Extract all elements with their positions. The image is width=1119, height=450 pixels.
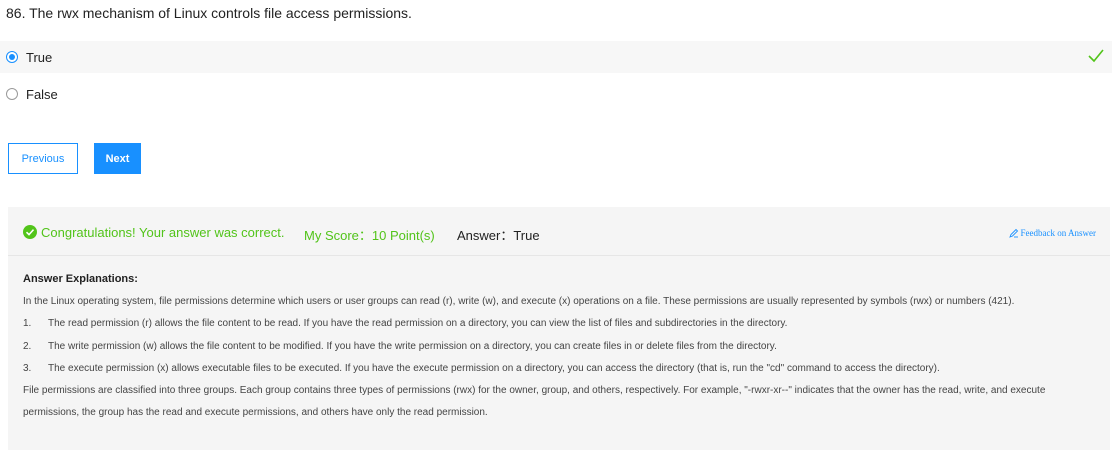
check-circle-icon xyxy=(23,225,37,239)
feedback-link[interactable]: Feedback on Answer xyxy=(1008,228,1096,238)
result-header: Congratulations! Your answer was correct… xyxy=(8,207,1110,256)
explanation-body: In the Linux operating system, file perm… xyxy=(23,291,1093,425)
explanation-intro: In the Linux operating system, file perm… xyxy=(23,296,1015,307)
feedback-label[interactable]: Feedback on Answer xyxy=(1021,228,1096,238)
item-text: The write permission (w) allows the file… xyxy=(48,340,777,352)
quiz-page: 86. The rwx mechanism of Linux controls … xyxy=(0,0,1119,450)
question-title: 86. The rwx mechanism of Linux controls … xyxy=(6,5,412,21)
item-number: 1. xyxy=(23,318,32,330)
radio-false[interactable] xyxy=(6,88,18,100)
item-text: The read permission (r) allows the file … xyxy=(48,318,788,330)
item-number: 2. xyxy=(23,340,32,352)
explanation-item: 3. The execute permission (x) allows exec… xyxy=(23,358,1093,380)
check-icon xyxy=(1088,49,1104,63)
explanation-title: Answer Explanations: xyxy=(23,273,138,285)
edit-icon xyxy=(1008,228,1018,238)
congrats-message: Congratulations! Your answer was correct… xyxy=(41,225,285,240)
previous-button[interactable]: Previous xyxy=(8,143,78,174)
answer-label: Answer：True xyxy=(457,228,540,243)
option-false[interactable]: False xyxy=(0,78,1112,110)
next-button[interactable]: Next xyxy=(94,143,141,174)
explanation-item: 2. The write permission (w) allows the fi… xyxy=(23,336,1093,358)
explanation-outro: File permissions are classified into thr… xyxy=(23,385,1046,419)
radio-true[interactable] xyxy=(6,51,18,63)
explanation-item: 1. The read permission (r) allows the fil… xyxy=(23,313,1093,335)
item-number: 3. xyxy=(23,362,32,374)
option-true-label: True xyxy=(26,49,53,65)
item-text: The execute permission (x) allows execut… xyxy=(48,362,940,374)
result-panel: Congratulations! Your answer was correct… xyxy=(8,207,1110,450)
option-false-label: False xyxy=(26,86,58,102)
option-true[interactable]: True xyxy=(0,41,1112,73)
score-label: My Score：10 Point(s) xyxy=(304,228,435,243)
